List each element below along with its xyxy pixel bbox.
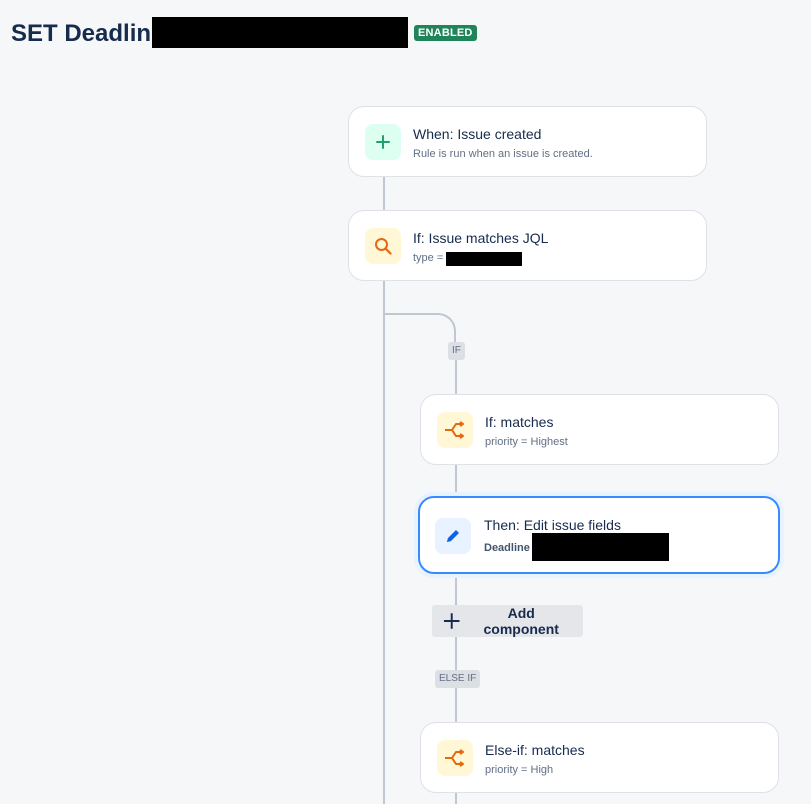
- else-if-branch-title: Else-if: matches: [485, 742, 585, 758]
- else-if-branch-subtitle: priority = High: [485, 764, 554, 776]
- action-subtitle: Deadline: [484, 542, 530, 554]
- action-title: Then: Edit issue fields: [484, 517, 621, 533]
- else-if-branch-card[interactable]: Else-if: matches priority = High: [420, 722, 779, 793]
- redacted-title-suffix: [152, 17, 408, 48]
- trigger-subtitle: Rule is run when an issue is created.: [413, 148, 593, 160]
- plus-icon: [376, 135, 390, 149]
- action-icon-box: [435, 518, 471, 554]
- trigger-title: When: Issue created: [413, 126, 542, 142]
- add-component-label: Add component: [483, 605, 559, 637]
- if-branch-title: If: matches: [485, 414, 554, 430]
- if-branch-icon-box: [437, 412, 473, 448]
- plus-icon: [443, 613, 460, 629]
- action-card[interactable]: Then: Edit issue fields Deadline: [418, 496, 780, 574]
- condition-subtitle: type =: [413, 252, 444, 264]
- rule-title: SET Deadline: [11, 20, 165, 47]
- search-icon: [375, 238, 392, 255]
- condition-card[interactable]: If: Issue matches JQL type =: [348, 210, 707, 281]
- condition-icon-box: [365, 228, 401, 264]
- else-if-branch-label: ELSE IF: [435, 670, 481, 688]
- branch-icon: [445, 749, 464, 767]
- add-component-button[interactable]: Add component: [432, 605, 583, 637]
- branch-connector-curve: [384, 313, 456, 353]
- status-badge: ENABLED: [414, 25, 477, 41]
- if-branch-card[interactable]: If: matches priority = Highest: [420, 394, 779, 465]
- trigger-card[interactable]: When: Issue created Rule is run when an …: [348, 106, 707, 177]
- rule-editor: SET Deadline ENABLED When: Issue created…: [0, 0, 811, 804]
- if-branch-label: IF: [448, 342, 465, 360]
- condition-title: If: Issue matches JQL: [413, 230, 549, 246]
- branch-icon: [445, 421, 464, 439]
- pencil-icon: [447, 530, 459, 542]
- redacted-jql-value: [446, 252, 522, 266]
- if-branch-subtitle: priority = Highest: [485, 436, 568, 448]
- trigger-icon-box: [365, 124, 401, 160]
- redacted-deadline-value: [532, 533, 669, 561]
- else-if-branch-icon-box: [437, 740, 473, 776]
